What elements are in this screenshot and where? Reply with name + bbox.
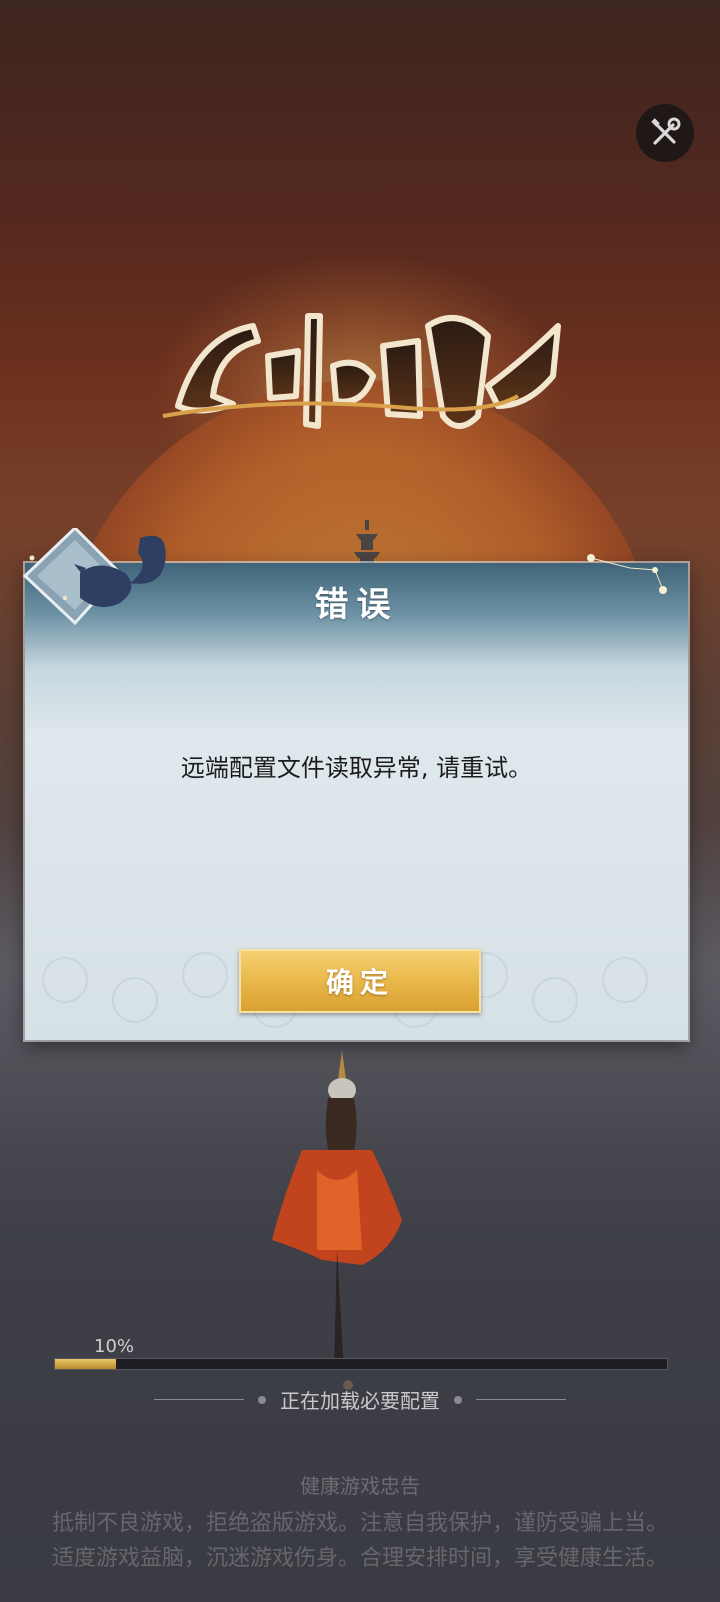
health-notice-title: 健康游戏忠告 (300, 1474, 420, 1498)
loading-status-text: 正在加载必要配置 (280, 1389, 440, 1413)
confirm-button[interactable]: 确定 (239, 949, 481, 1013)
divider-left (154, 1399, 244, 1400)
game-character (272, 1050, 402, 1390)
ornament-dot-left (258, 1395, 266, 1404)
game-loading-screen: 错误 远端配置文件读取异常, 请重试。 确定 10% 正在加载必要配置 健康游戏… (0, 0, 720, 1602)
ornament-dot-right (454, 1395, 462, 1404)
wrench-screwdriver-icon (651, 117, 681, 145)
loading-status-row: 正在加载必要配置 (0, 1385, 720, 1414)
fox-emblem-icon (22, 528, 166, 626)
progress-percent: 10% (94, 1336, 135, 1357)
dialog-message: 远端配置文件读取异常, 请重试。 (180, 754, 533, 782)
game-logo (162, 313, 561, 429)
tools-button[interactable] (636, 104, 694, 162)
progress-bar-fill (55, 1359, 117, 1369)
progress-bar (54, 1358, 668, 1370)
constellation-decoration (587, 554, 667, 594)
health-notice-line: 适度游戏益脑，沉迷游戏伤身。合理安排时间，享受健康生活。 (51, 1546, 668, 1571)
health-notice-line: 抵制不良游戏，拒绝盗版游戏。注意自我保护，谨防受骗上当。 (51, 1511, 668, 1536)
divider-right (476, 1399, 566, 1400)
